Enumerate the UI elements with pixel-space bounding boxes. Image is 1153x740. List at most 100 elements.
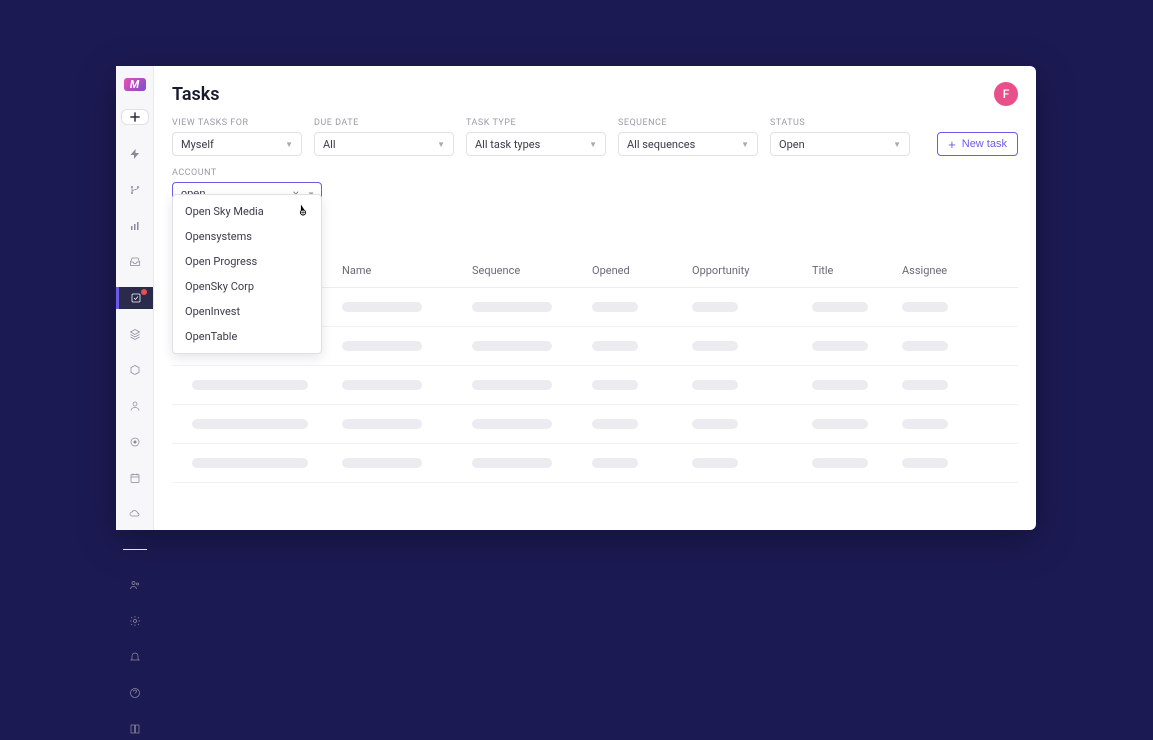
cloud-icon — [129, 508, 141, 520]
th-opportunity: Opportunity — [692, 264, 812, 277]
nav-bell[interactable] — [116, 646, 153, 668]
skeleton — [472, 341, 552, 351]
filter-sequence: SEQUENCE All sequences ▼ — [618, 118, 758, 156]
skeleton — [342, 341, 422, 351]
add-button[interactable] — [121, 109, 149, 125]
skeleton — [192, 458, 308, 468]
due-date-select[interactable]: All ▼ — [314, 132, 454, 156]
account-option[interactable]: Opensystems — [173, 224, 321, 249]
table-row — [172, 405, 1018, 444]
notification-badge — [141, 289, 147, 295]
filter-task-type: TASK TYPE All task types ▼ — [466, 118, 606, 156]
nav-inbox[interactable] — [116, 251, 153, 273]
account-option[interactable]: OpenInvest — [173, 299, 321, 324]
filter-status: STATUS Open ▼ — [770, 118, 910, 156]
skeleton — [472, 419, 552, 429]
skeleton — [902, 458, 948, 468]
layers-icon — [129, 328, 141, 340]
skeleton — [472, 302, 552, 312]
user-avatar[interactable]: F — [994, 82, 1018, 106]
skeleton — [472, 458, 552, 468]
th-title: Title — [812, 264, 902, 277]
task-type-select[interactable]: All task types ▼ — [466, 132, 606, 156]
skeleton — [192, 380, 308, 390]
table-row — [172, 366, 1018, 405]
skeleton — [592, 302, 638, 312]
th-assignee: Assignee — [902, 264, 982, 277]
skeleton — [592, 341, 638, 351]
nav-layers[interactable] — [116, 323, 153, 345]
filter-view-tasks-for: VIEW TASKS FOR Myself ▼ — [172, 118, 302, 156]
skeleton — [902, 380, 948, 390]
filter-label: VIEW TASKS FOR — [172, 118, 302, 128]
nav-lightning[interactable] — [116, 143, 153, 165]
nav-calendar[interactable] — [116, 467, 153, 489]
new-task-label: New task — [962, 138, 1007, 150]
sidebar: M — [116, 66, 154, 530]
account-option[interactable]: OpenSky Corp — [173, 274, 321, 299]
skeleton — [692, 419, 738, 429]
new-task-button[interactable]: + New task — [937, 132, 1018, 156]
chart-icon — [129, 220, 141, 232]
tasks-icon — [130, 292, 142, 304]
nav-package[interactable] — [116, 359, 153, 381]
skeleton — [342, 302, 422, 312]
app-window: M Tasks — [116, 66, 1036, 530]
nav-branch[interactable] — [116, 179, 153, 201]
nav-user[interactable] — [116, 395, 153, 417]
account-option[interactable]: Open Progress — [173, 249, 321, 274]
sequence-select[interactable]: All sequences ▼ — [618, 132, 758, 156]
skeleton — [692, 380, 738, 390]
skeleton — [692, 302, 738, 312]
filter-label: TASK TYPE — [466, 118, 606, 128]
inbox-icon — [129, 256, 141, 268]
skeleton — [812, 341, 868, 351]
nav-team[interactable] — [116, 574, 153, 596]
status-select[interactable]: Open ▼ — [770, 132, 910, 156]
nav-target[interactable] — [116, 431, 153, 453]
chevron-down-icon: ▼ — [285, 140, 293, 149]
view-tasks-for-select[interactable]: Myself ▼ — [172, 132, 302, 156]
select-value: All sequences — [627, 138, 695, 151]
skeleton — [812, 380, 868, 390]
skeleton — [692, 341, 738, 351]
target-icon — [129, 436, 141, 448]
account-option[interactable]: OpenTable — [173, 324, 321, 349]
chevron-down-icon: ▼ — [741, 140, 749, 149]
lightning-icon — [129, 148, 141, 160]
th-sequence: Sequence — [472, 264, 592, 277]
select-value: Open — [779, 138, 805, 151]
nav-help[interactable] — [116, 682, 153, 704]
nav-cloud[interactable] — [116, 503, 153, 525]
account-option[interactable]: Open Sky Media — [173, 199, 321, 224]
select-value: Myself — [181, 138, 214, 151]
user-icon — [129, 400, 141, 412]
nav-chart[interactable] — [116, 215, 153, 237]
skeleton — [192, 419, 308, 429]
filter-account: ACCOUNT × ▼ Open Sky Media Opensystems O… — [172, 168, 1018, 206]
nav-settings[interactable] — [116, 610, 153, 632]
package-icon — [129, 364, 141, 376]
page-header: Tasks F — [172, 82, 1018, 106]
skeleton — [812, 419, 868, 429]
skeleton — [592, 380, 638, 390]
page-title: Tasks — [172, 84, 220, 105]
bell-icon — [129, 651, 141, 663]
skeleton — [902, 419, 948, 429]
chevron-down-icon: ▼ — [893, 140, 901, 149]
nav-divider — [123, 549, 147, 550]
skeleton — [812, 302, 868, 312]
filter-label: STATUS — [770, 118, 910, 128]
skeleton — [342, 458, 422, 468]
help-icon — [129, 687, 141, 699]
branch-icon — [129, 184, 141, 196]
skeleton — [592, 458, 638, 468]
skeleton — [342, 419, 422, 429]
chevron-down-icon: ▼ — [589, 140, 597, 149]
nav-book[interactable] — [116, 718, 153, 740]
th-name: Name — [342, 264, 472, 277]
skeleton — [902, 341, 948, 351]
nav-tasks[interactable] — [116, 287, 153, 309]
plus-icon — [128, 110, 142, 124]
filters-row: VIEW TASKS FOR Myself ▼ DUE DATE All ▼ T… — [172, 118, 1018, 156]
